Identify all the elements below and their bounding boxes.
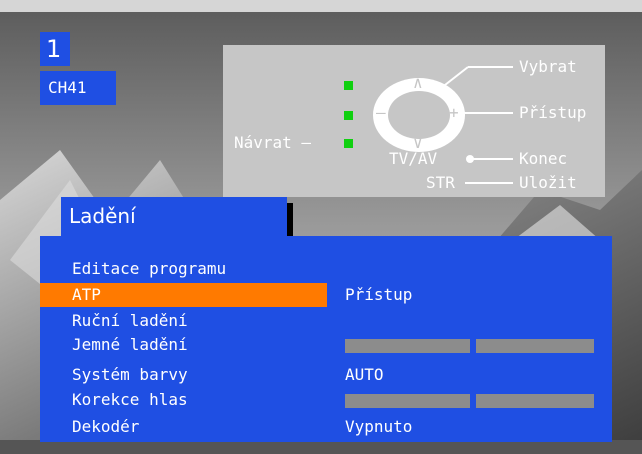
help-str-label: STR xyxy=(426,173,455,192)
help-back-label: Návrat – xyxy=(234,133,312,152)
menu-item-label: Editace programu xyxy=(72,259,227,278)
channel-number: 1 xyxy=(40,32,70,66)
menu-item-label: Systém barvy xyxy=(72,365,188,384)
menu-item-fine-tuning[interactable]: Jemné ladění xyxy=(40,332,612,358)
help-tvav-label: TV/AV xyxy=(389,149,438,168)
menu-title: Ladění xyxy=(61,197,287,237)
remote-help-panel: ∧ ∨ – + Vybrat Přístup Návrat – TV/AV Ko… xyxy=(223,45,605,197)
menu-item-label: ATP xyxy=(72,285,101,304)
channel-name: CH41 xyxy=(40,71,116,105)
help-save-label: Uložit xyxy=(519,173,577,192)
menu-item-decoder[interactable]: Dekodér Vypnuto xyxy=(40,414,612,440)
menu-item-sound-correction[interactable]: Korekce hlas xyxy=(40,387,612,413)
help-exit-label: Konec xyxy=(519,149,568,168)
menu-item-manual-tuning[interactable]: Ruční ladění xyxy=(40,308,612,334)
fine-tuning-slider-right[interactable] xyxy=(476,339,594,353)
menu-item-label: Jemné ladění xyxy=(72,335,188,354)
menu-item-atp[interactable]: ATP Přístup xyxy=(40,282,612,308)
indicator-led-1 xyxy=(344,81,353,90)
sound-correction-slider-right[interactable] xyxy=(476,394,594,408)
menu-item-label: Dekodér xyxy=(72,417,140,436)
help-select-label: Vybrat xyxy=(519,57,577,76)
menu-item-value: Přístup xyxy=(345,285,413,304)
indicator-led-2 xyxy=(344,111,353,120)
tuning-menu: Editace programu ATP Přístup Ruční laděn… xyxy=(40,236,612,442)
menu-item-program-edit[interactable]: Editace programu xyxy=(40,256,612,282)
menu-item-label: Korekce hlas xyxy=(72,390,188,409)
indicator-led-3 xyxy=(344,139,353,148)
help-access-label: Přístup xyxy=(519,103,587,122)
menu-item-value: AUTO xyxy=(345,365,384,384)
menu-item-label: Ruční ladění xyxy=(72,311,188,330)
menu-item-value: Vypnuto xyxy=(345,417,413,436)
menu-item-color-system[interactable]: Systém barvy AUTO xyxy=(40,362,612,388)
sound-correction-slider-left[interactable] xyxy=(345,394,470,408)
fine-tuning-slider-left[interactable] xyxy=(345,339,470,353)
